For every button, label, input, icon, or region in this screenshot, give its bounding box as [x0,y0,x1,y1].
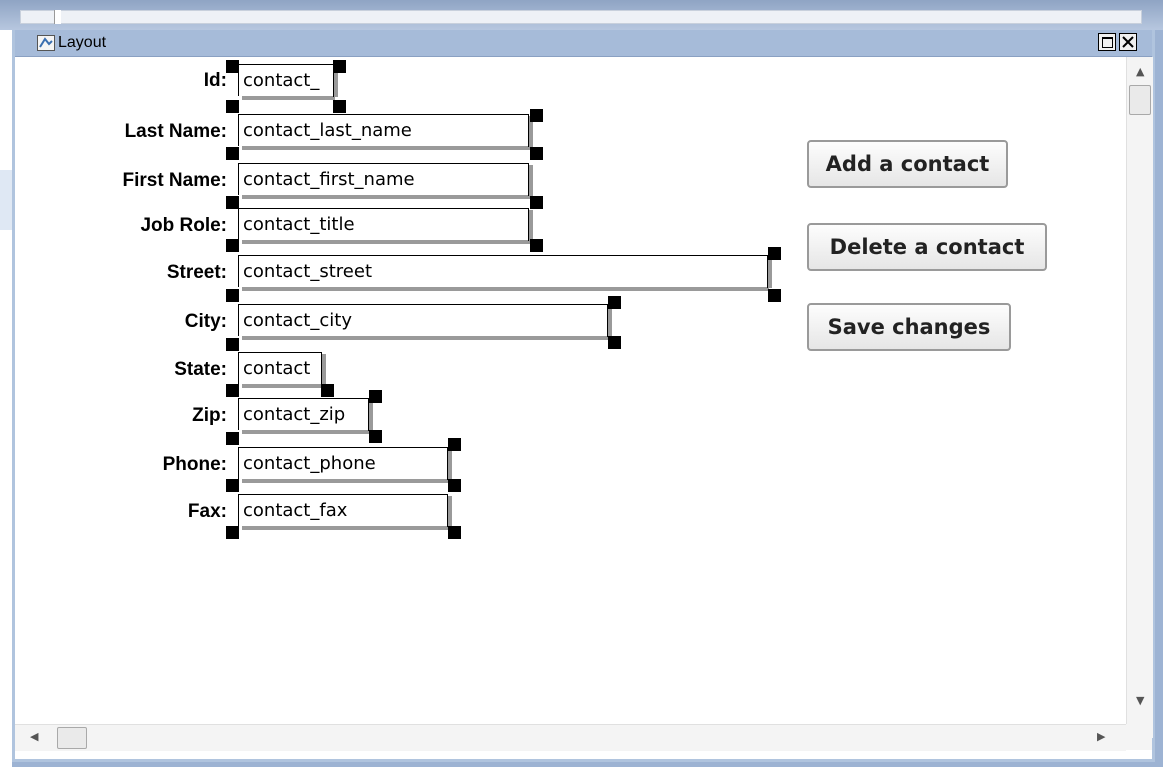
field-shadow [607,306,612,337]
fax-field-value: contact_fax [243,500,348,521]
resize-handle[interactable] [608,296,621,309]
resize-handle[interactable] [226,100,239,113]
horizontal-scrollbar[interactable]: ◀ ▶ [15,724,1126,751]
resize-handle[interactable] [226,239,239,252]
field-shadow [242,96,335,100]
scroll-left-arrow-icon[interactable]: ◀ [30,730,38,743]
add-contact-button[interactable]: Add a contact [807,140,1008,188]
resize-handle[interactable] [321,384,334,397]
resize-handle[interactable] [226,60,239,73]
field-shadow [767,257,772,288]
state-field[interactable]: contact [238,352,326,388]
layout-window: Layout Id: contact_ Last Name: contact_l… [12,30,1155,762]
last-name-field[interactable]: contact_last_name [238,114,533,150]
last-name-label: Last Name: [124,121,227,142]
horizontal-scroll-thumb[interactable] [57,727,87,749]
id-field[interactable]: contact_ [238,64,338,100]
street-label: Street: [166,262,227,283]
resize-handle[interactable] [608,336,621,349]
vertical-scrollbar[interactable]: ▲ ▼ [1126,57,1153,738]
field-shadow [242,240,530,244]
first-name-field-value: contact_first_name [243,169,415,190]
state-label: State: [174,359,227,380]
left-edge-panel [0,30,12,767]
resize-handle[interactable] [226,432,239,445]
resize-handle[interactable] [333,60,346,73]
scroll-up-arrow-icon[interactable]: ▲ [1136,65,1144,78]
close-icon [1122,36,1134,48]
field-shadow [242,526,449,530]
field-shadow [242,287,769,291]
job-role-field-value: contact_title [243,214,355,235]
delete-contact-button[interactable]: Delete a contact [807,223,1047,271]
phone-field-value: contact_phone [243,453,376,474]
first-name-label: First Name: [122,170,227,191]
state-field-value: contact [243,358,311,379]
field-shadow [447,449,452,480]
resize-handle[interactable] [530,109,543,122]
layout-icon [37,35,55,55]
scroll-right-arrow-icon[interactable]: ▶ [1097,730,1105,743]
fax-label: Fax: [187,501,227,522]
resize-handle[interactable] [768,247,781,260]
zip-label: Zip: [192,405,227,426]
id-field-value: contact_ [243,70,320,91]
resize-handle[interactable] [448,526,461,539]
resize-handle[interactable] [448,479,461,492]
ruler-marker [54,10,61,24]
resize-handle[interactable] [226,147,239,160]
maximize-button[interactable] [1098,33,1116,51]
job-role-field[interactable]: contact_title [238,208,533,244]
field-shadow [242,479,449,483]
close-button[interactable] [1119,33,1137,51]
job-role-label: Job Role: [140,215,227,236]
resize-handle[interactable] [226,526,239,539]
size-grip [1126,724,1152,750]
city-label: City: [184,311,227,332]
field-shadow [242,430,370,434]
window-title: Layout [58,34,107,51]
resize-handle[interactable] [369,390,382,403]
vertical-scroll-thumb[interactable] [1129,85,1151,115]
field-shadow [368,400,373,431]
city-field[interactable]: contact_city [238,304,612,340]
fax-field[interactable]: contact_fax [238,494,452,530]
resize-handle[interactable] [448,438,461,451]
resize-handle[interactable] [530,196,543,209]
resize-handle[interactable] [530,147,543,160]
outer-toolbar-strip [0,0,1163,30]
field-shadow [242,336,609,340]
field-shadow [528,210,533,241]
field-shadow [447,496,452,527]
field-shadow [242,384,323,388]
resize-handle[interactable] [226,338,239,351]
scroll-down-arrow-icon[interactable]: ▼ [1136,694,1144,707]
zip-field-value: contact_zip [243,404,346,425]
id-label: Id: [203,70,227,91]
resize-handle[interactable] [226,479,239,492]
resize-handle[interactable] [226,289,239,302]
ruler-strip [20,10,1142,24]
street-field-value: contact_street [243,261,373,282]
resize-handle[interactable] [768,289,781,302]
title-bar: Layout [15,30,1152,57]
city-field-value: contact_city [243,310,352,331]
resize-handle[interactable] [530,239,543,252]
left-edge-selection [0,170,12,230]
first-name-field[interactable]: contact_first_name [238,163,533,199]
save-changes-button[interactable]: Save changes [807,303,1011,351]
resize-handle[interactable] [369,430,382,443]
phone-label: Phone: [162,454,227,475]
resize-handle[interactable] [226,384,239,397]
phone-field[interactable]: contact_phone [238,447,452,483]
field-shadow [242,195,530,199]
street-field[interactable]: contact_street [238,255,772,291]
field-shadow [321,354,326,385]
field-shadow [242,146,530,150]
resize-handle[interactable] [333,100,346,113]
zip-field[interactable]: contact_zip [238,398,373,434]
field-shadow [528,165,533,196]
last-name-field-value: contact_last_name [243,120,412,141]
